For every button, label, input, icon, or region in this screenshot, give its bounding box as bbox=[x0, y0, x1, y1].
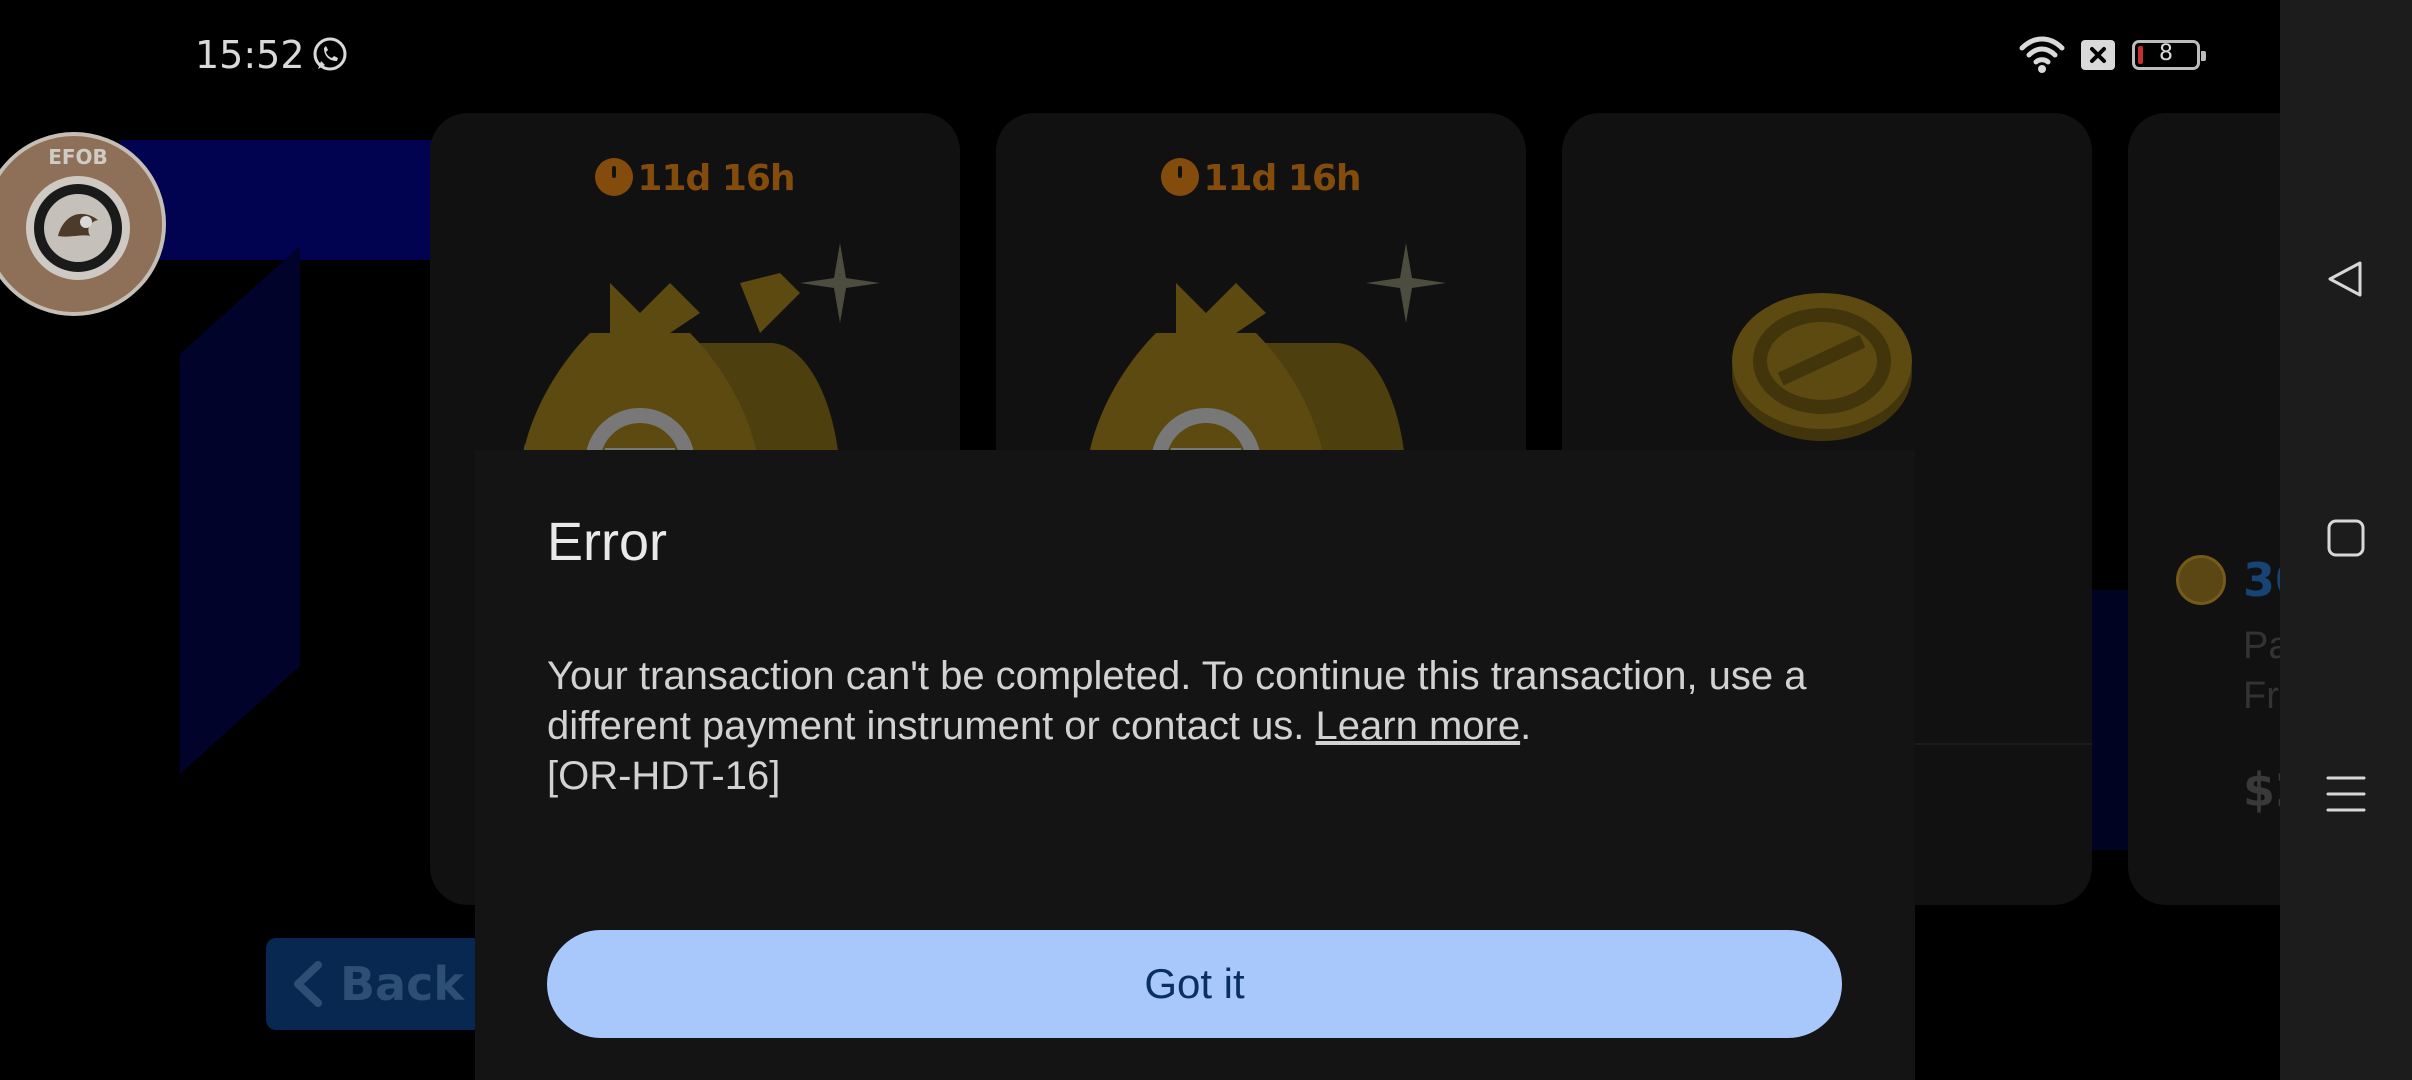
nav-back-icon[interactable] bbox=[2322, 255, 2370, 303]
error-dialog: Error Your transaction can't be complete… bbox=[475, 450, 1915, 1080]
message-period: . bbox=[1520, 704, 1532, 748]
nav-recents-icon[interactable] bbox=[2322, 770, 2370, 818]
got-it-button[interactable]: Got it bbox=[547, 930, 1842, 1038]
error-code: [OR-HDT-16] bbox=[547, 754, 781, 798]
nav-home-icon[interactable] bbox=[2322, 514, 2370, 562]
message-text: Your transaction can't be completed. To … bbox=[547, 654, 1807, 748]
navigation-bar bbox=[2280, 0, 2412, 1080]
learn-more-link[interactable]: Learn more bbox=[1316, 704, 1521, 748]
dialog-message: Your transaction can't be completed. To … bbox=[547, 651, 1847, 801]
dialog-title: Error bbox=[547, 512, 667, 572]
